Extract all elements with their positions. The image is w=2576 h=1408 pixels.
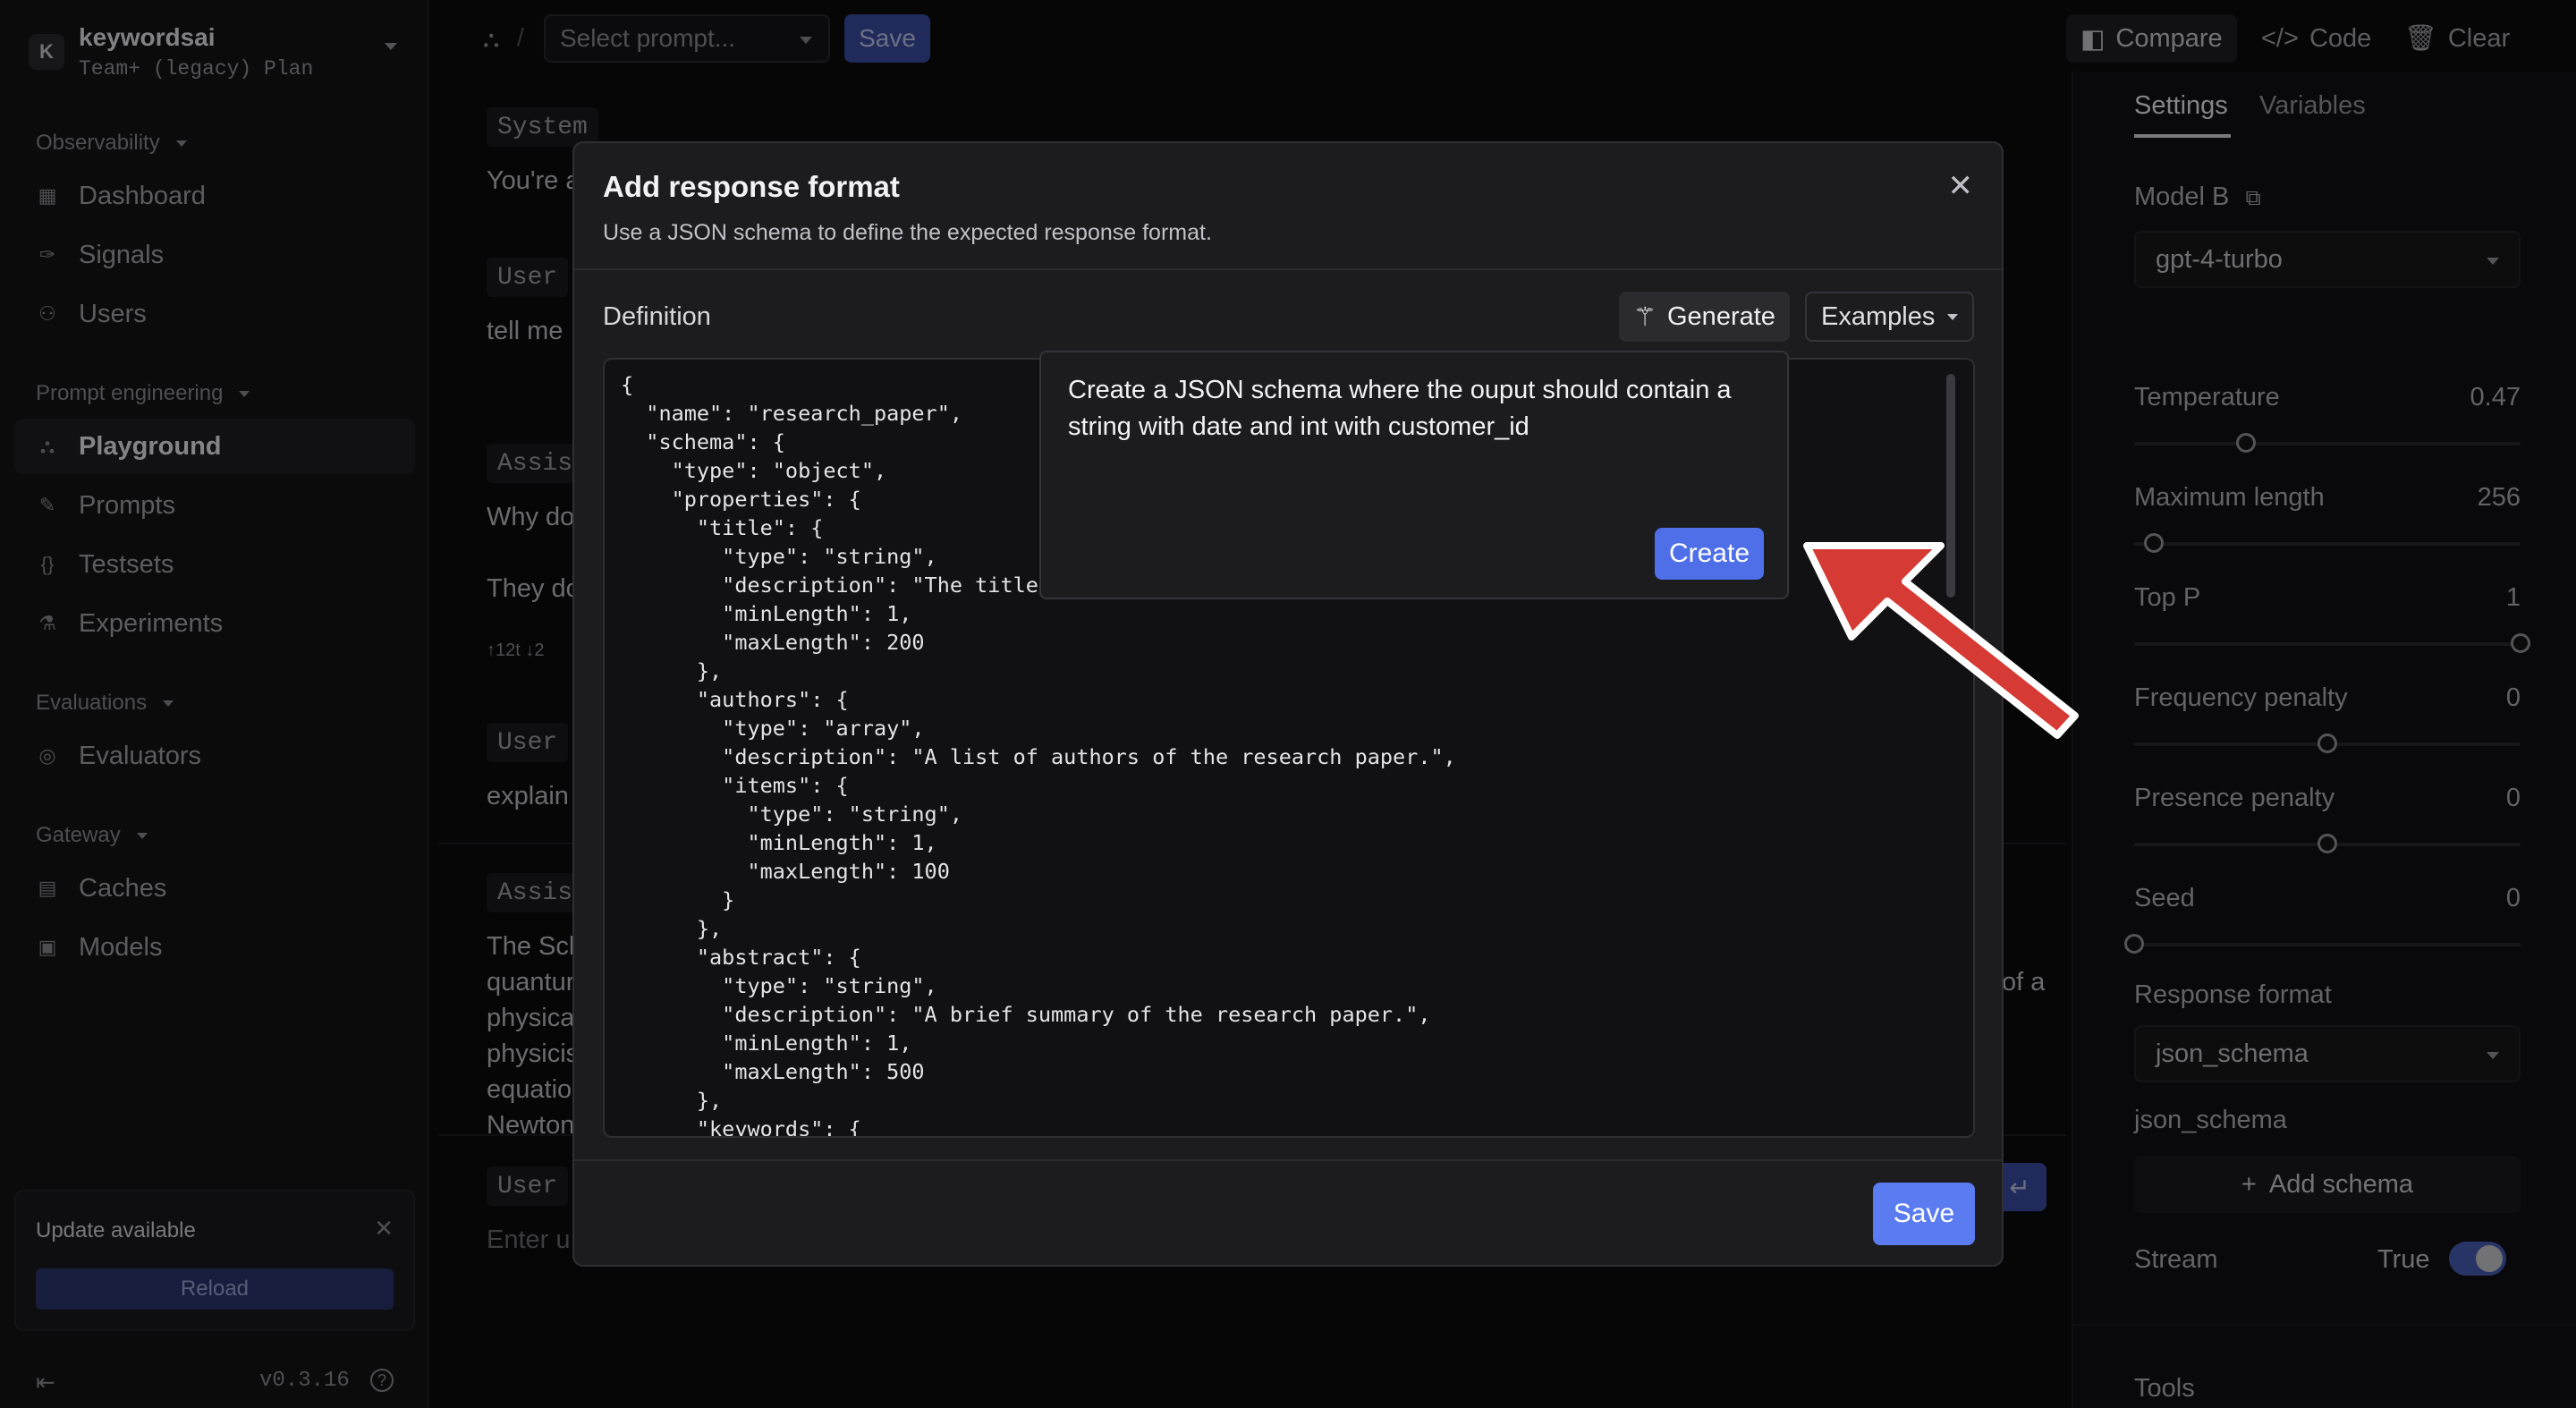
divider: [574, 268, 2002, 270]
generate-prompt-input[interactable]: Create a JSON schema where the ouput sho…: [1068, 372, 1775, 445]
generate-popover: Create a JSON schema where the ouput sho…: [1039, 351, 1789, 599]
examples-dropdown[interactable]: Examples: [1805, 292, 1975, 342]
close-icon[interactable]: ✕: [1948, 168, 1974, 204]
modal-subtitle: Use a JSON schema to define the expected…: [603, 220, 1212, 245]
annotation-arrow-icon: [1803, 542, 2079, 739]
examples-label: Examples: [1821, 301, 1936, 331]
create-button[interactable]: Create: [1655, 528, 1764, 580]
modal-save-button[interactable]: Save: [1873, 1183, 1975, 1245]
generate-button[interactable]: ⚚ Generate: [1619, 292, 1790, 342]
chevron-down-icon: [1947, 313, 1959, 320]
generate-label: Generate: [1667, 301, 1775, 331]
definition-label: Definition: [603, 302, 711, 331]
divider: [574, 1159, 2002, 1161]
magic-wand-icon: ⚚: [1633, 302, 1657, 332]
modal-title: Add response format: [603, 170, 900, 203]
